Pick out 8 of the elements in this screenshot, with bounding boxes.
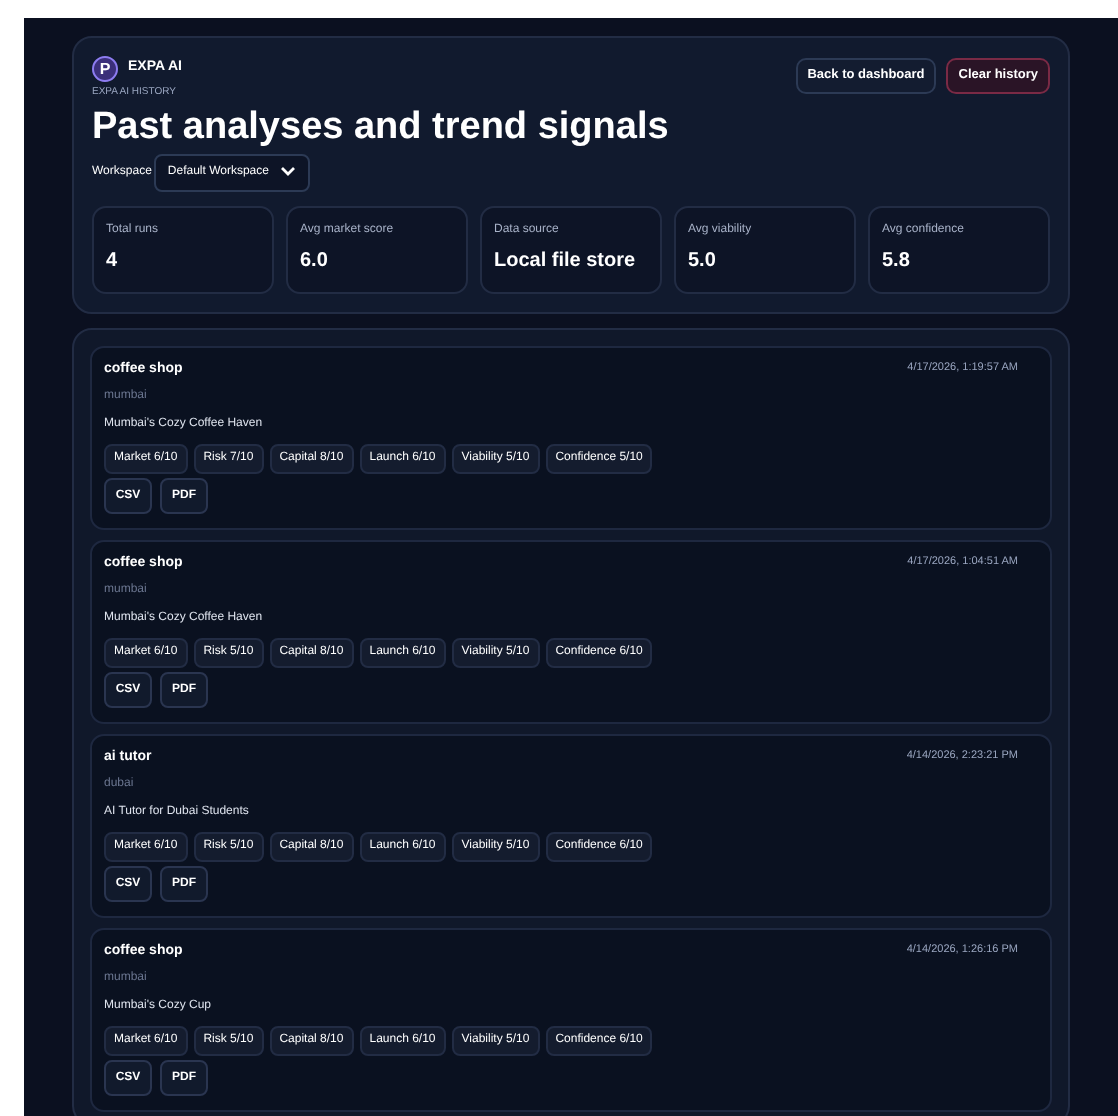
stat-value: 4 [106,247,120,275]
stat-value: 5.0 [688,247,718,275]
stat-value: Local file store [494,247,638,275]
logo-icon: P [92,56,118,82]
page-title: Past analyses and trend signals [92,103,671,151]
stat-value: 5.8 [882,247,912,275]
chevron-icon [280,166,297,178]
stat-value: 6.0 [300,247,330,275]
